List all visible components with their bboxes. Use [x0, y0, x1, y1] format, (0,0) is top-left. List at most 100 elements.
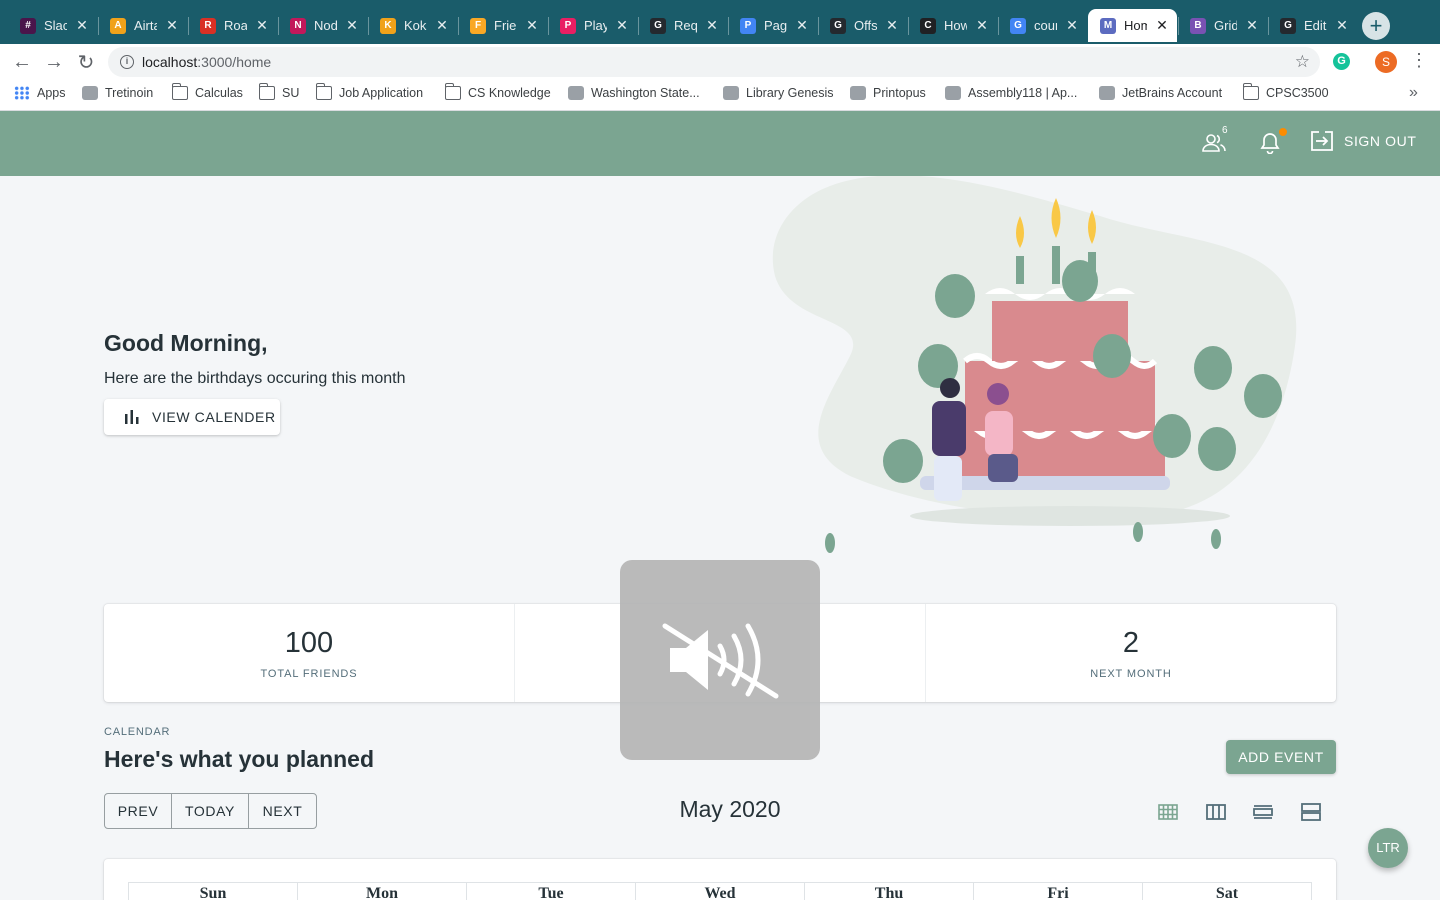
- forward-arrow-icon[interactable]: →: [40, 48, 68, 76]
- tab-title: Home: [1124, 18, 1147, 33]
- close-tab-icon[interactable]: ✕: [615, 17, 629, 34]
- calendar-heading: Here's what you planned: [104, 746, 375, 772]
- view-calendar-button[interactable]: VIEW CALENDER: [104, 399, 280, 435]
- browser-tab[interactable]: G Editing ✕: [1268, 9, 1357, 42]
- github-icon: G: [650, 17, 666, 34]
- close-tab-icon[interactable]: ✕: [1065, 17, 1079, 34]
- bookmark-item[interactable]: SU: [259, 83, 299, 100]
- browser-tab[interactable]: # Slack ✕: [8, 9, 97, 42]
- bookmark-label: CS Knowledge: [468, 86, 551, 100]
- c-icon: C: [920, 17, 936, 34]
- browser-tab[interactable]: K Kokaden ✕: [368, 9, 457, 42]
- close-tab-icon[interactable]: ✕: [1245, 17, 1259, 34]
- address-bar[interactable]: i localhost:3000/home ☆: [108, 47, 1320, 77]
- node-icon: N: [290, 17, 306, 34]
- browser-tab[interactable]: G Offset ✕: [818, 9, 907, 42]
- grammarly-extension-icon[interactable]: G: [1333, 53, 1350, 70]
- bookmark-item[interactable]: Tretinoin: [82, 86, 153, 100]
- sign-out-label: SIGN OUT: [1344, 133, 1417, 149]
- bookmark-item[interactable]: Printopus: [850, 86, 926, 100]
- reload-icon[interactable]: ↻: [72, 48, 100, 76]
- bookmark-item[interactable]: Library Genesis: [723, 86, 834, 100]
- bookmark-item[interactable]: Washington State...: [568, 86, 700, 100]
- chrome-icon: [945, 86, 961, 100]
- today-button[interactable]: TODAY: [172, 794, 249, 828]
- sign-out-button[interactable]: SIGN OUT: [1310, 131, 1416, 151]
- close-tab-icon[interactable]: ✕: [885, 17, 899, 34]
- site-info-icon[interactable]: i: [120, 55, 134, 69]
- bookmark-item[interactable]: CPSC3500: [1243, 83, 1329, 100]
- stat-label: NEXT MONTH: [1090, 667, 1172, 680]
- browser-tab[interactable]: B Grid ✕: [1178, 9, 1267, 42]
- browser-tab[interactable]: N Node ✕: [278, 9, 367, 42]
- bookmark-item[interactable]: JetBrains Account: [1099, 86, 1222, 100]
- close-tab-icon[interactable]: ✕: [1335, 17, 1349, 34]
- material-kit-icon: M: [1100, 17, 1116, 34]
- browser-tab[interactable]: Gcount ✕: [998, 9, 1087, 42]
- bookmarks-overflow-icon[interactable]: »: [1409, 84, 1418, 102]
- bookmark-label: Job Application: [339, 86, 424, 100]
- add-event-button[interactable]: ADD EVENT: [1226, 740, 1336, 774]
- mask-icon: [82, 86, 98, 100]
- bookmark-item[interactable]: Assembly118 | Ap...: [945, 86, 1077, 100]
- weekday-label: Thu: [804, 883, 973, 900]
- tab-title: Requests: [674, 18, 697, 33]
- browser-tab[interactable]: R Roadmap ✕: [188, 9, 277, 42]
- close-tab-icon[interactable]: ✕: [435, 17, 449, 34]
- browser-tab[interactable]: P Playground ✕: [548, 9, 637, 42]
- stat-total-friends: 100 TOTAL FRIENDS: [104, 604, 515, 702]
- back-arrow-icon[interactable]: ←: [8, 48, 36, 76]
- stat-label: TOTAL FRIENDS: [260, 667, 358, 680]
- close-tab-icon[interactable]: ✕: [795, 17, 809, 34]
- muted-volume-overlay: [620, 560, 820, 760]
- browser-tab[interactable]: A Airtable ✕: [98, 9, 187, 42]
- folder-icon: [445, 83, 461, 100]
- close-tab-icon[interactable]: ✕: [705, 17, 719, 34]
- stat-value: 100: [284, 626, 334, 659]
- tab-title: Slack: [44, 18, 67, 33]
- weekday-label: Sat: [1142, 883, 1312, 900]
- agenda-view-icon[interactable]: [1296, 797, 1326, 827]
- car-icon: R: [200, 17, 216, 34]
- close-tab-icon[interactable]: ✕: [75, 17, 89, 34]
- close-tab-icon[interactable]: ✕: [975, 17, 989, 34]
- bookmark-star-icon[interactable]: ☆: [1295, 52, 1310, 72]
- bookmark-item[interactable]: CS Knowledge: [445, 83, 551, 100]
- calendar-weekday-header: Sun Mon Tue Wed Thu Fri Sat: [128, 882, 1312, 900]
- prev-button[interactable]: PREV: [105, 794, 172, 828]
- tab-title: Airtable: [134, 18, 157, 33]
- google-icon: G: [1010, 17, 1026, 34]
- bookmark-item[interactable]: Job Application: [316, 83, 424, 100]
- new-tab-button[interactable]: +: [1362, 12, 1390, 40]
- next-button[interactable]: NEXT: [249, 794, 316, 828]
- week-view-icon[interactable]: [1201, 797, 1231, 827]
- browser-tab[interactable]: M Home ✕: [1088, 9, 1177, 42]
- browser-tab[interactable]: C How ✕: [908, 9, 997, 42]
- direction-toggle-button[interactable]: LTR: [1368, 828, 1408, 868]
- weekday-label: Fri: [973, 883, 1142, 900]
- browser-menu-icon[interactable]: ⋮: [1410, 50, 1428, 71]
- bookmark-item[interactable]: Apps: [14, 86, 66, 100]
- tab-title: Playground: [584, 18, 607, 33]
- close-tab-icon[interactable]: ✕: [255, 17, 269, 34]
- browser-tab[interactable]: P Pagination ✕: [728, 9, 817, 42]
- profile-avatar[interactable]: S: [1375, 51, 1397, 73]
- browser-tab[interactable]: F Friends ✕: [458, 9, 547, 42]
- close-tab-icon[interactable]: ✕: [345, 17, 359, 34]
- browser-tab[interactable]: G Requests ✕: [638, 9, 727, 42]
- koka-icon: K: [380, 17, 396, 34]
- bookmark-item[interactable]: Calculas: [172, 83, 243, 100]
- day-view-icon[interactable]: [1248, 797, 1278, 827]
- play-icon: P: [560, 17, 576, 34]
- close-tab-icon[interactable]: ✕: [525, 17, 539, 34]
- tab-title: Kokaden: [404, 18, 427, 33]
- browser-toolbar: ← → ↻ i localhost:3000/home ☆ G S ⋮: [0, 44, 1440, 80]
- close-tab-icon[interactable]: ✕: [1155, 17, 1169, 34]
- library-icon: [723, 86, 739, 100]
- close-tab-icon[interactable]: ✕: [165, 17, 179, 34]
- app-header: [0, 111, 1440, 176]
- github-icon: G: [830, 17, 846, 34]
- airtable-icon: A: [110, 17, 126, 34]
- month-view-icon[interactable]: [1153, 797, 1183, 827]
- bookmark-label: Library Genesis: [746, 86, 834, 100]
